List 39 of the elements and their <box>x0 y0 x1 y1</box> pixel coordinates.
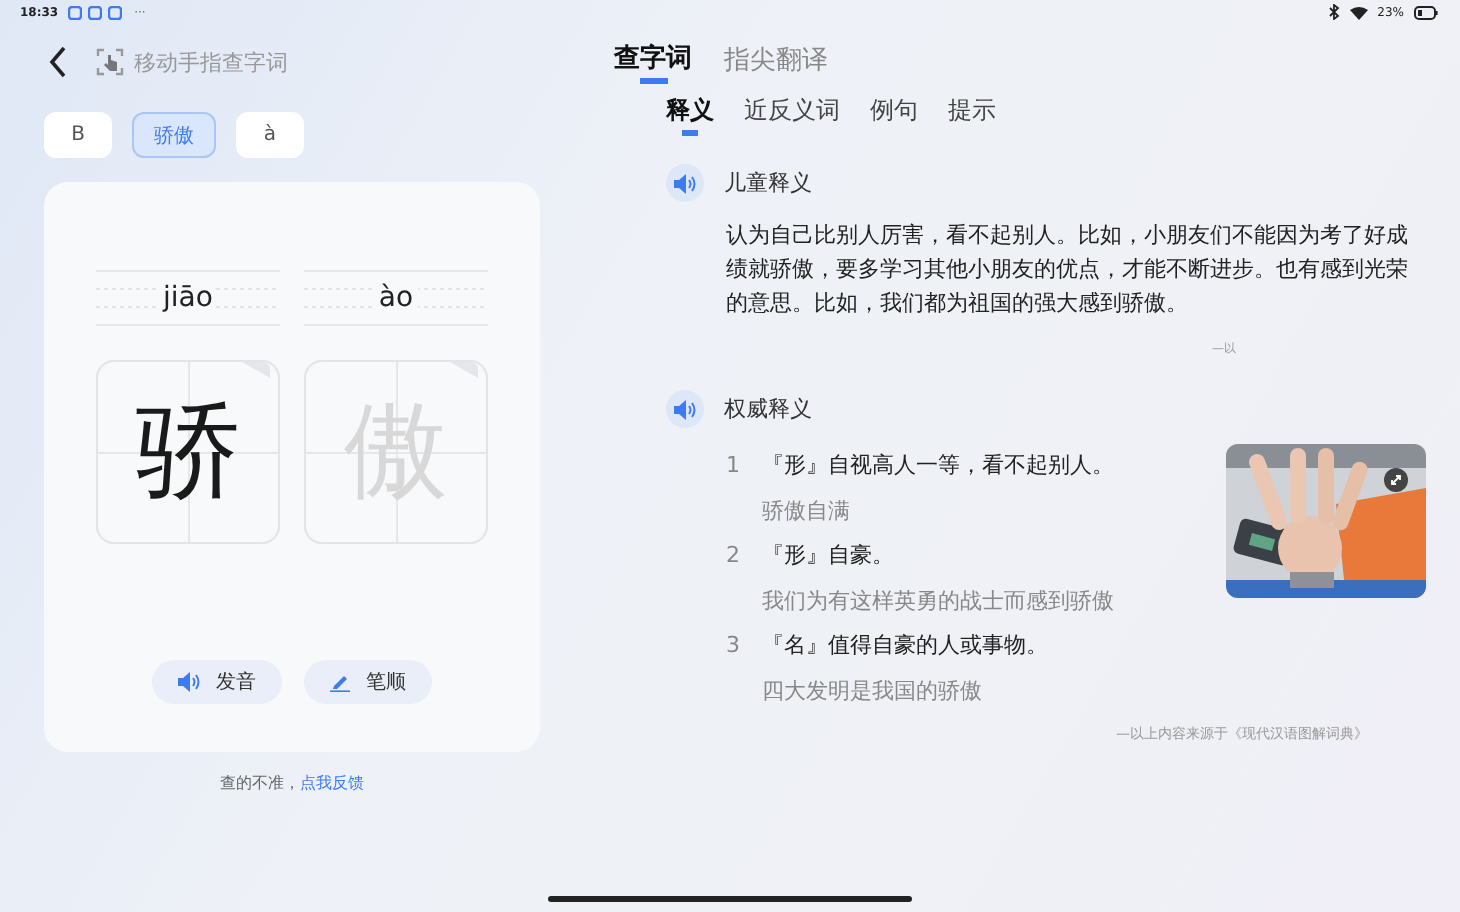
feedback-link[interactable]: 点我反馈 <box>300 774 364 792</box>
speaker-icon <box>178 672 200 692</box>
pinyin-label: ào <box>374 282 418 314</box>
stroke-order-button[interactable]: 笔顺 <box>304 660 432 704</box>
entry-number: 3 <box>726 630 740 662</box>
detail-tab[interactable]: 提示 <box>948 94 996 136</box>
mode-tab[interactable]: 查字词 <box>614 40 692 88</box>
back-icon[interactable] <box>48 46 68 78</box>
feedback-text: 查的不准， <box>220 774 300 792</box>
pronounce-button[interactable]: 发音 <box>152 660 282 704</box>
definition-text: 认为自己比别人厉害，看不起别人。比如，小朋友们不能因为考了好成绩就骄傲，要多学习其他小朋友的优点，才能不断进步。也有感到光荣的意思。比如，我们都为祖国的强大感到骄傲。 <box>726 220 1410 320</box>
speaker-button[interactable] <box>666 164 704 202</box>
example-text: 我们为有这样英勇的战士而感到骄傲 <box>762 586 1114 618</box>
speaker-icon <box>674 173 696 193</box>
battery-icon <box>1414 5 1438 19</box>
detail-tab[interactable]: 释义 <box>666 94 714 136</box>
expand-icon[interactable] <box>1384 468 1408 492</box>
detail-tab[interactable]: 例句 <box>870 94 918 136</box>
hint-label: 移动手指查字词 <box>134 47 288 77</box>
definition-text: 『形』自视高人一等，看不起别人。 <box>762 450 1114 482</box>
entry-number: 1 <box>726 450 740 482</box>
example-text: 四大发明是我国的骄傲 <box>762 676 984 708</box>
pen-icon <box>330 672 350 692</box>
section-title: 儿童释义 <box>724 168 812 198</box>
wifi-icon <box>1349 5 1368 19</box>
entry-number: 2 <box>726 540 740 572</box>
pinyin-label: jiāo <box>159 282 217 314</box>
speaker-icon <box>674 399 696 419</box>
bluetooth-icon <box>1327 4 1340 20</box>
speaker-button[interactable] <box>666 390 704 428</box>
section-title: 权威释义 <box>724 394 812 424</box>
example-text: 骄傲自满 <box>762 496 852 528</box>
character-glyph: 骄 <box>136 400 240 504</box>
scan-hand-icon <box>96 48 124 76</box>
detail-tab[interactable]: 近反义词 <box>744 94 840 136</box>
definition-text: 『名』值得自豪的人或事物。 <box>762 630 1048 662</box>
word-chip[interactable]: à <box>236 112 304 158</box>
word-chip[interactable]: B <box>44 112 112 158</box>
definition-text: 『形』自豪。 <box>762 540 896 572</box>
